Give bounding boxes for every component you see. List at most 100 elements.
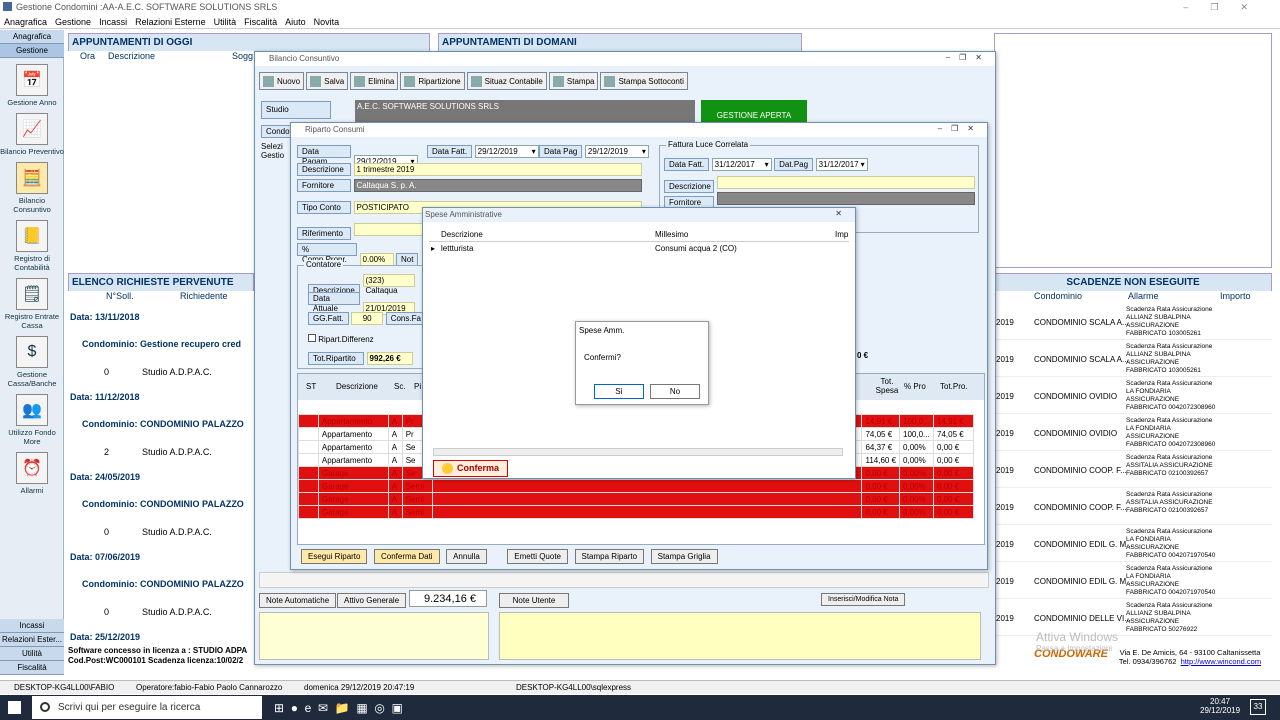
stampa-riparto-button[interactable]: Stampa Riparto [574, 549, 645, 564]
taskbar-search[interactable]: Scrivi qui per eseguire la ricerca [32, 696, 262, 719]
request-date[interactable]: Data: 11/12/2018 [70, 392, 140, 402]
nav-fondo-more[interactable]: 👥 Utilizzo Fondo More [0, 394, 64, 446]
scadenze-title: SCADENZE NON ESEGUITE [994, 273, 1272, 292]
bilancio-scroll[interactable] [259, 572, 989, 588]
fatt-data-field[interactable]: 31/12/2017 [711, 158, 772, 171]
note-utente-area[interactable] [499, 612, 981, 660]
notification-icon[interactable]: 33 [1250, 699, 1266, 715]
ripart-differenz-checkbox[interactable] [308, 334, 316, 342]
salva-button[interactable]: Salva [306, 72, 349, 90]
gg-fatt-field[interactable]: 90 [351, 312, 384, 325]
grid-row[interactable]: Garage A Semi 0,00 €0,00% 0,00 € [298, 479, 974, 493]
scadenza-row[interactable]: 2019 CONDOMINIO COOP. F... Scadenza Rata A… [994, 452, 1272, 488]
spese-scrollbar[interactable] [433, 448, 843, 456]
menu-relazioni[interactable]: Relazioni Esterne [131, 15, 210, 29]
nav-tab-anagrafica[interactable]: Anagrafica [0, 30, 64, 44]
nav-bilancio-preventivo[interactable]: 📈 Bilancio Preventivo [0, 113, 64, 156]
taskbar-clock[interactable]: 20:47 29/12/2019 [1200, 697, 1240, 715]
scadenza-row[interactable]: 2019 CONDOMINIO EDIL G. M... Scadenza Rata… [994, 563, 1272, 599]
menu-aiuto[interactable]: Aiuto [281, 15, 310, 29]
cont-descr-field[interactable]: (323) Caltaqua [362, 274, 415, 295]
nuovo-button[interactable]: Nuovo [259, 72, 305, 90]
chart-icon: 📈 [16, 113, 48, 145]
data-fatt-field[interactable]: 29/12/2019 [474, 145, 539, 158]
website-link[interactable]: http://www.wincond.com [1181, 657, 1261, 666]
window-controls[interactable]: ‒❐✕ [946, 53, 991, 62]
grid-cell: Appartamento [317, 427, 389, 441]
grid-row[interactable]: Garage A Semi 0,00 €0,00% 0,00 € [298, 492, 974, 506]
nav-registro-entrate[interactable]: 🗒 Registro Entrate Cassa [0, 278, 64, 330]
request-condo[interactable]: Condominio: CONDOMINIO PALAZZO [82, 499, 244, 509]
grid-cell: 0,00 € [861, 479, 901, 493]
nav-allarmi[interactable]: ⏰ Allarmi [0, 452, 64, 495]
menu-anagrafica[interactable]: Anagrafica [0, 15, 51, 29]
nav-tab-gestione[interactable]: Gestione [0, 44, 64, 58]
conferma-dati-button[interactable]: Conferma Dati [374, 549, 440, 564]
scadenza-row[interactable]: 2019 CONDOMINIO EDIL G. M... Scadenza Rata… [994, 526, 1272, 562]
spese-row[interactable]: ▸ lettturista Consumi acqua 2 (CO) [429, 244, 849, 256]
data-pag-field[interactable]: 29/12/2019 [584, 145, 649, 158]
nav-gestione-cassa[interactable]: $ Gestione Cassa/Banche [0, 336, 64, 388]
request-condo[interactable]: Condominio: CONDOMINIO PALAZZO [82, 579, 244, 589]
fatt-forn-field[interactable] [716, 192, 975, 205]
close-icon[interactable]: ✕ [835, 209, 851, 218]
stampa-sottoconti-button[interactable]: Stampa Sottoconti [600, 72, 688, 90]
menu-utilita[interactable]: Utilità [210, 15, 241, 29]
window-controls[interactable]: ‒❐✕ [938, 124, 983, 133]
menu-fiscalita[interactable]: Fiscalità [240, 15, 281, 29]
fatt-descr-field[interactable] [716, 176, 975, 189]
grid-cell: A [387, 414, 403, 428]
menu-gestione[interactable]: Gestione [51, 15, 95, 29]
request-who: Studio A.D.P.A.C. [142, 607, 212, 617]
no-button[interactable]: No [650, 384, 700, 399]
attivo-generale-tab[interactable]: Attivo Generale [337, 593, 407, 608]
request-condo[interactable]: Condominio: CONDOMINIO PALAZZO [82, 419, 244, 429]
request-condo[interactable]: Condominio: Gestione recupero cred [82, 339, 241, 349]
bilancio-toolbar: Nuovo Salva Elimina Ripartizione Situaz Cont… [255, 66, 995, 94]
appt-tomorrow-title: APPUNTAMENTI DI DOMANI [438, 33, 802, 52]
nav-tab-fiscalita[interactable]: Fiscalità [0, 661, 64, 675]
grid-cell [431, 479, 863, 493]
descrizione-field[interactable]: 1 trimestre 2019 [353, 163, 642, 176]
conferma-button[interactable]: Conferma [433, 460, 509, 478]
grid-row[interactable]: Garage A Semi 0,00 €0,00% 0,00 € [298, 505, 974, 519]
emetti-quote-button[interactable]: Emetti Quote [507, 549, 568, 564]
request-date[interactable]: Data: 13/11/2018 [70, 312, 140, 322]
window-controls[interactable]: ‒❐✕ [1183, 2, 1270, 13]
scadenza-row[interactable]: 2019 CONDOMINIO OVIDIO Scadenza Rata Assic… [994, 415, 1272, 451]
windows-start-icon[interactable] [8, 701, 21, 714]
request-date[interactable]: Data: 25/12/2019 [70, 632, 140, 642]
request-date[interactable]: Data: 07/06/2019 [70, 552, 140, 562]
request-date[interactable]: Data: 24/05/2019 [70, 472, 140, 482]
stampa-button[interactable]: Stampa [548, 72, 599, 90]
note-utente-tab[interactable]: Note Utente [499, 593, 569, 608]
nav-tab-utilita[interactable]: Utilità [0, 647, 64, 661]
nav-gestione-anno[interactable]: 📅 Gestione Anno [0, 64, 64, 107]
elimina-button[interactable]: Elimina [350, 72, 399, 90]
note-automatiche-tab[interactable]: Note Automatiche [259, 593, 337, 608]
note-automatiche-area[interactable] [259, 612, 489, 660]
menu-novita[interactable]: Novita [310, 15, 344, 29]
inserisci-nota-button[interactable]: Inserisci/Modifica Nota [821, 593, 906, 606]
smiley-icon [442, 463, 453, 475]
nav-bilancio-consuntivo[interactable]: 🧮 Bilancio Consuntivo [0, 162, 64, 214]
scadenza-row[interactable]: 2019 CONDOMINIO SCALA A... Scadenza Rata A… [994, 341, 1272, 377]
taskbar-apps[interactable]: ⊞ ● e ✉ 📁 ▦ ◎ ▣ [274, 701, 403, 715]
scadenza-row[interactable]: 2019 CONDOMINIO OVIDIO Scadenza Rata Assic… [994, 378, 1272, 414]
ripartizione-button[interactable]: Ripartizione [400, 72, 465, 90]
situaz-contabile-button[interactable]: Situaz Contabile [466, 72, 547, 90]
fatt-datpag-field[interactable]: 31/12/2017 [815, 158, 868, 171]
fornitore-field[interactable]: Caltaqua S. p. A. [353, 179, 642, 192]
menu-incassi[interactable]: Incassi [95, 15, 131, 29]
nav-tab-relazioni[interactable]: Relazioni Ester... [0, 633, 64, 647]
scadenza-row[interactable]: 2019 CONDOMINIO SCALA A... Scadenza Rata A… [994, 304, 1272, 340]
yes-button[interactable]: Sì [594, 384, 644, 399]
annulla-button[interactable]: Annulla [446, 549, 487, 564]
nav-tab-incassi[interactable]: Incassi [0, 619, 64, 633]
grid-cell [298, 466, 319, 480]
stampa-griglia-button[interactable]: Stampa Griglia [650, 549, 718, 564]
grid-cell: Semi [401, 505, 433, 519]
scadenza-row[interactable]: 2019 CONDOMINIO COOP. F... Scadenza Rata A… [994, 489, 1272, 525]
esegui-riparto-button[interactable]: Esegui Riparto [301, 549, 368, 564]
nav-registro-contabilita[interactable]: 📒 Registro di Contabilità [0, 220, 64, 272]
